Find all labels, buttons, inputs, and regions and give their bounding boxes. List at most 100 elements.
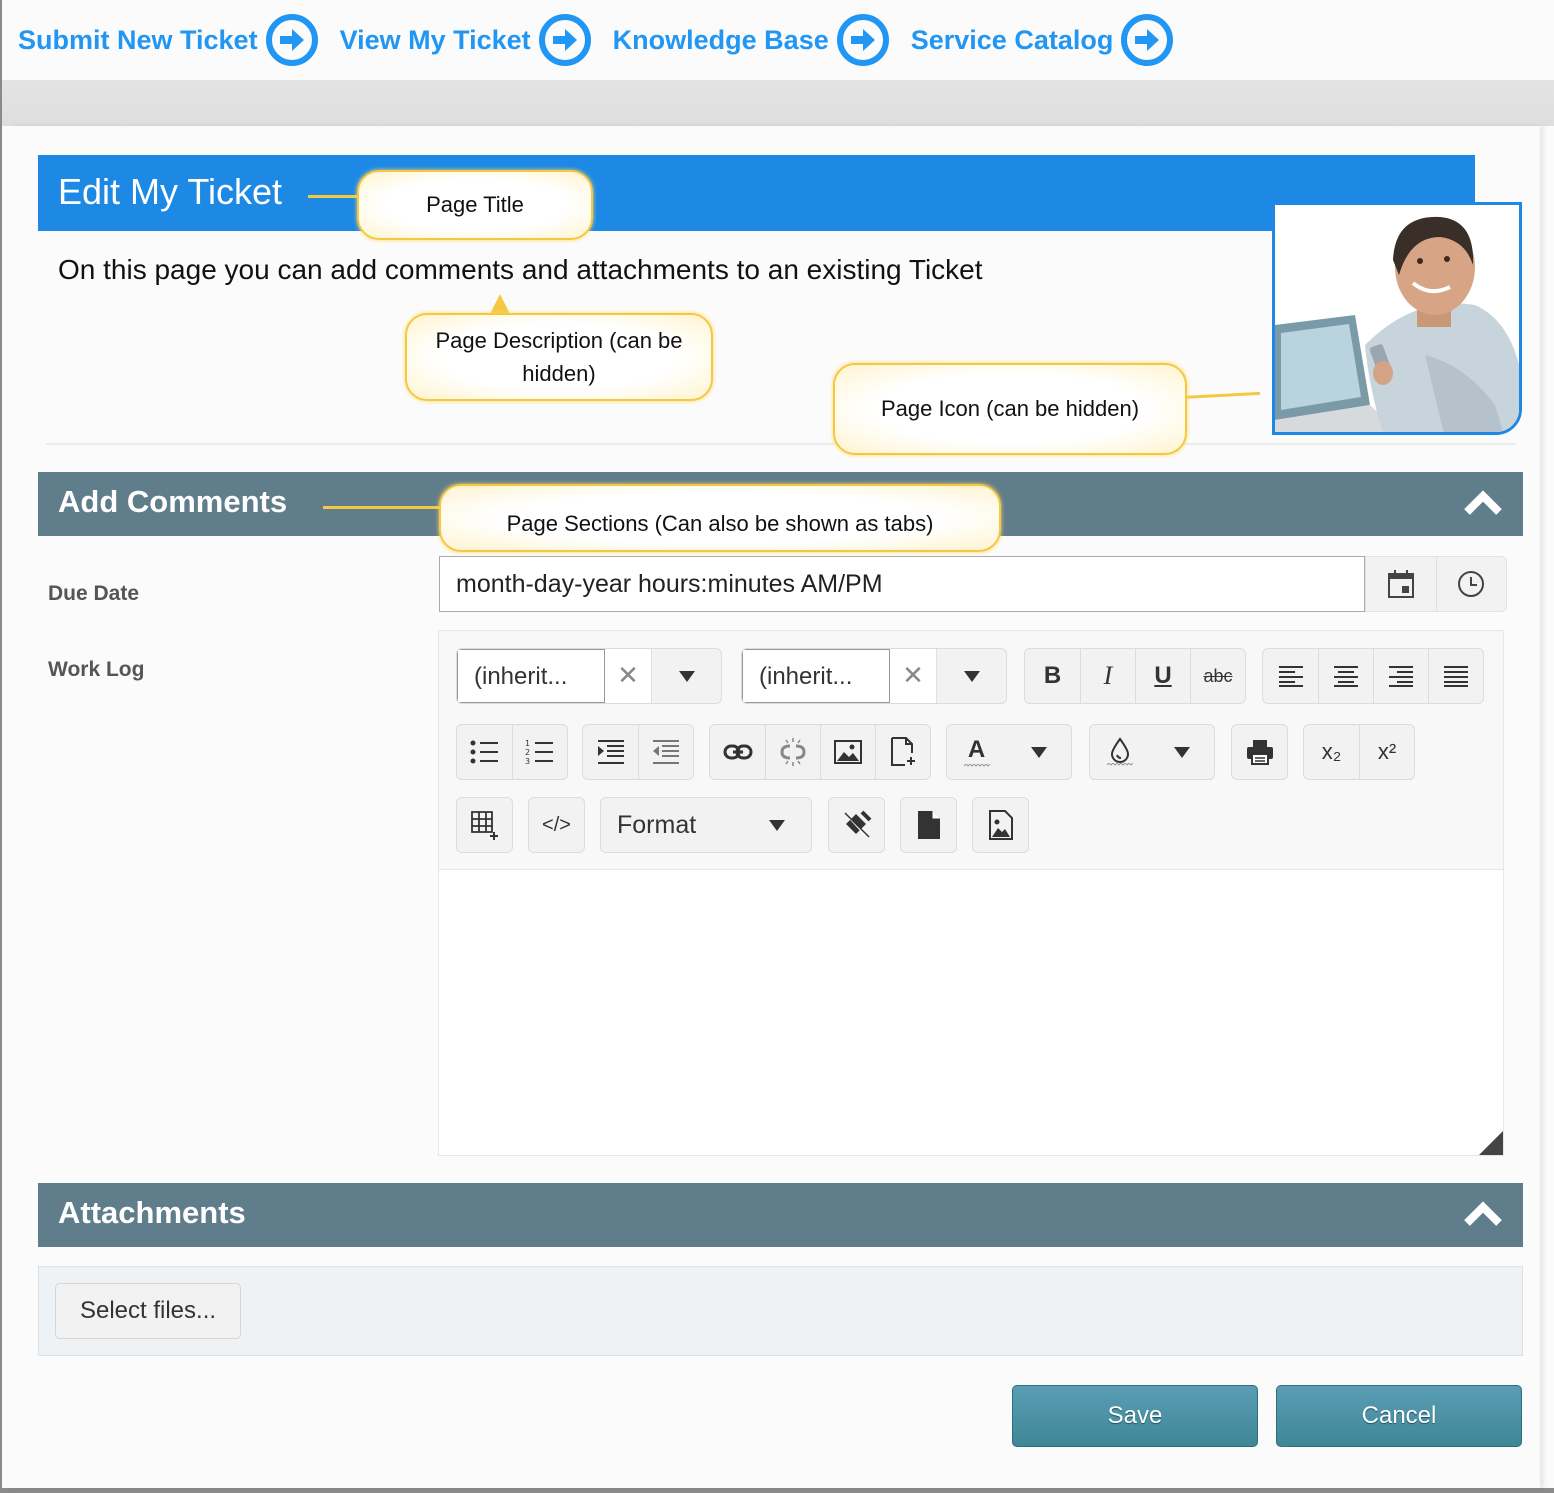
caret-down-icon [1173,746,1190,758]
nav-link-knowledge-base[interactable]: Knowledge Base [613,14,889,66]
insert-file-button[interactable] [875,725,930,779]
align-right-button[interactable] [1373,649,1428,703]
background-color-picker[interactable] [1089,724,1215,780]
clear-icon[interactable]: ✕ [605,649,651,703]
font-name-combobox: (inherit... ✕ [456,648,722,704]
font-size-input[interactable]: (inherit... [742,649,890,703]
nav-link-submit-new-ticket[interactable]: Submit New Ticket [18,14,318,66]
image-document-button[interactable] [973,798,1028,852]
nav-link-label: Knowledge Base [612,24,829,55]
table-icon [470,811,498,840]
due-date-input[interactable]: month-day-year hours:minutes AM/PM [439,556,1365,612]
list-group: 123 [456,724,568,780]
bold-icon: B [1043,662,1062,689]
font-name-input[interactable]: (inherit... [457,649,605,703]
page-title-bar: Edit My Ticket [38,155,1475,231]
section-title: Attachments [58,1195,246,1230]
background-color-dropdown[interactable] [1149,725,1214,779]
nav-link-label: Service Catalog [910,24,1114,55]
align-center-icon [1334,666,1358,687]
clear-formatting-button[interactable] [829,798,884,852]
print-icon [1246,740,1273,765]
callout-leader [1179,391,1261,400]
code-icon: </> [542,813,571,836]
new-document-button[interactable] [901,798,956,852]
format-dropdown[interactable]: Format [600,797,812,853]
arrow-circle-right-icon [1121,14,1174,66]
chevron-up-icon[interactable] [1463,1199,1503,1229]
document-icon [917,811,940,839]
color-underline [963,764,990,767]
top-navigation: Submit New Ticket View My Ticket Knowled… [2,0,1554,80]
font-size-combobox: (inherit... ✕ [741,648,1007,704]
subscript-button[interactable]: x₂ [1304,725,1359,779]
clear-icon[interactable]: ✕ [890,649,936,703]
font-color-icon: A [967,736,986,763]
font-size-dropdown[interactable] [936,649,1006,703]
underline-button[interactable]: U [1135,649,1190,703]
svg-text:1: 1 [525,739,530,748]
caret-down-icon [963,670,980,682]
clock-button[interactable] [1435,557,1507,611]
new-document-group [900,797,957,853]
subscript-icon: x₂ [1321,739,1342,764]
image-document-icon [988,810,1013,840]
page-icon-photo [1272,202,1522,435]
date-picker-buttons [1365,556,1507,612]
nav-link-service-catalog[interactable]: Service Catalog [911,14,1174,66]
water-drop-icon [1110,737,1129,763]
view-html-button[interactable]: </> [529,798,584,852]
font-color-button[interactable]: A [947,725,1006,779]
insert-table-button[interactable] [457,798,512,852]
unlink-button[interactable] [765,725,820,779]
nav-link-view-my-ticket[interactable]: View My Ticket [340,14,591,66]
caret-down-icon [1030,746,1047,758]
section-title: Add Comments [58,484,288,519]
superscript-button[interactable]: x² [1359,725,1414,779]
callout-page-title: Page Title [357,170,593,240]
strikethrough-button[interactable]: abc [1190,649,1245,703]
numbered-list-button[interactable]: 123 [512,725,567,779]
insert-link-button[interactable] [710,725,765,779]
arrow-circle-right-icon [836,14,889,66]
page-frame: Submit New Ticket View My Ticket Knowled… [2,0,1554,1488]
nav-link-label: View My Ticket [339,24,531,55]
superscript-icon: x² [1377,739,1397,764]
arrow-circle-right-icon [265,14,318,66]
align-left-button[interactable] [1263,649,1318,703]
callout-page-sections: Page Sections (Can also be shown as tabs… [439,484,1001,552]
indent-button[interactable] [583,725,638,779]
main-content: Edit My Ticket Page Title On this page y… [8,126,1540,1488]
select-files-button[interactable]: Select files... [55,1283,241,1339]
bold-button[interactable]: B [1025,649,1080,703]
calendar-button[interactable] [1366,557,1436,611]
align-center-button[interactable] [1318,649,1373,703]
outdent-icon [653,740,679,764]
clear-formatting-icon [843,810,871,839]
link-icon [723,744,752,760]
color-underline [1106,763,1133,766]
align-justify-button[interactable] [1428,649,1483,703]
strikethrough-icon: abc [1203,665,1233,686]
work-log-textarea[interactable] [439,869,1503,1155]
section-header-attachments[interactable]: Attachments [38,1183,1523,1247]
align-justify-icon [1444,666,1468,687]
bullet-list-button[interactable] [457,725,512,779]
indent-group [582,724,694,780]
save-button[interactable]: Save [1012,1385,1258,1447]
chevron-up-icon[interactable] [1463,488,1503,518]
insert-image-button[interactable] [820,725,875,779]
background-color-button[interactable] [1090,725,1149,779]
caret-down-icon [769,819,785,831]
italic-button[interactable]: I [1080,649,1135,703]
callout-page-icon: Page Icon (can be hidden) [833,363,1187,455]
bullet-list-icon [470,740,498,764]
table-group [456,797,513,853]
font-color-picker[interactable]: A [946,724,1072,780]
print-button[interactable] [1232,725,1287,779]
font-name-dropdown[interactable] [651,649,721,703]
resize-handle[interactable] [1479,1131,1503,1155]
font-color-dropdown[interactable] [1006,725,1071,779]
cancel-button[interactable]: Cancel [1276,1385,1522,1447]
outdent-button[interactable] [638,725,693,779]
